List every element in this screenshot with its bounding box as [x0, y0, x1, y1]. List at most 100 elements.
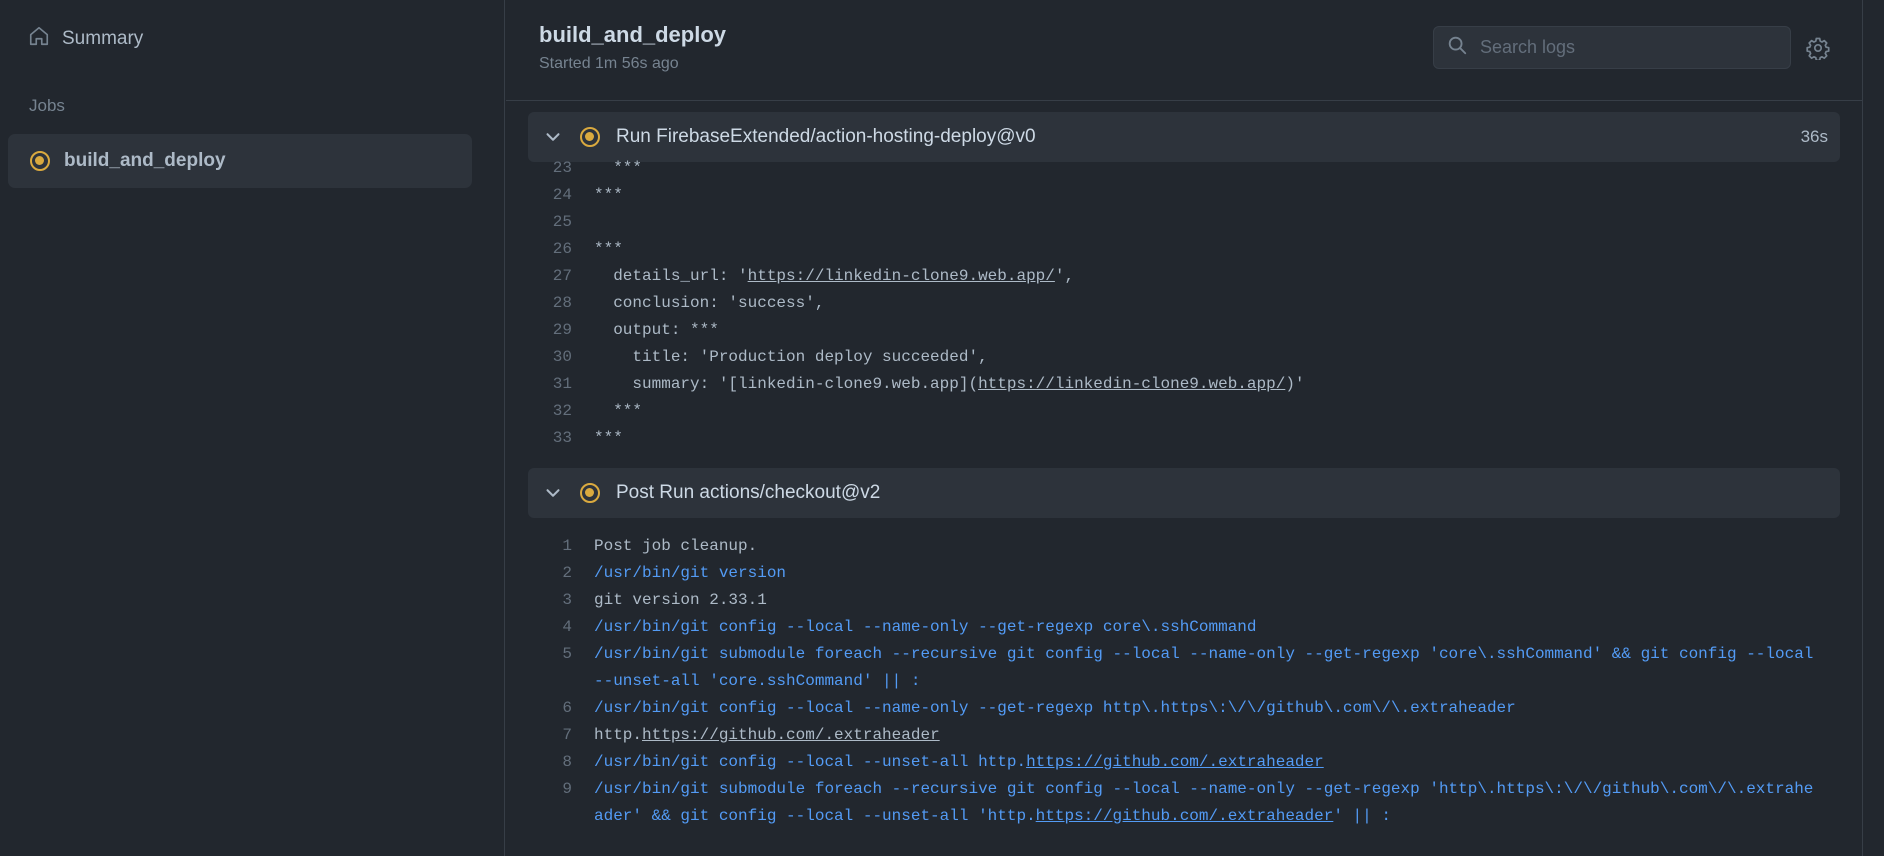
step-name: Run FirebaseExtended/action-hosting-depl…: [616, 126, 1036, 147]
log-line: 30 title: 'Production deploy succeeded',: [528, 344, 1840, 371]
chevron-down-icon[interactable]: [542, 482, 564, 504]
log-segment: details_url: ': [594, 267, 748, 285]
line-number[interactable]: 27: [528, 263, 594, 290]
home-icon: [28, 25, 50, 53]
log-segment: /usr/bin/git config --local --name-only …: [594, 618, 1257, 636]
line-number[interactable]: 30: [528, 344, 594, 371]
log-line: 32 ***: [528, 398, 1840, 425]
log-link[interactable]: https://linkedin-clone9.web.app/: [748, 267, 1055, 285]
line-number[interactable]: 1: [528, 533, 594, 560]
log-line: 31 summary: '[linkedin-clone9.web.app](h…: [528, 371, 1840, 398]
log-line: 23 ***: [528, 155, 1840, 182]
search-input[interactable]: [1480, 37, 1770, 58]
log-text: title: 'Production deploy succeeded',: [594, 344, 1840, 371]
log-text: Post job cleanup.: [594, 533, 1840, 560]
log-link[interactable]: https://github.com/.extraheader: [1036, 807, 1334, 825]
log-line: 6/usr/bin/git config --local --name-only…: [528, 695, 1840, 722]
log-link[interactable]: https://linkedin-clone9.web.app/: [978, 375, 1285, 393]
search-box: [1433, 26, 1791, 69]
line-number[interactable]: 25: [528, 209, 594, 236]
gear-icon[interactable]: [1806, 36, 1830, 62]
log-line: 8/usr/bin/git config --local --unset-all…: [528, 749, 1840, 776]
log-segment: /usr/bin/git config --local --unset-all …: [594, 753, 1027, 771]
log-text: /usr/bin/git config --local --unset-all …: [594, 749, 1840, 776]
line-number[interactable]: 23: [528, 155, 594, 182]
step-log: 1 Post job cleanup. 2/usr/bin/git version 3…: [528, 533, 1840, 830]
log-segment: /usr/bin/git config --local --name-only …: [594, 699, 1516, 717]
log-text: /usr/bin/git config --local --name-only …: [594, 695, 1840, 722]
in-progress-status-icon: [580, 483, 600, 503]
log-line: 2/usr/bin/git version: [528, 560, 1840, 587]
line-number[interactable]: 29: [528, 317, 594, 344]
line-number[interactable]: 9: [528, 776, 594, 830]
step-header-post-checkout[interactable]: Post Run actions/checkout@v2: [528, 468, 1840, 518]
summary-link[interactable]: Summary: [28, 25, 143, 53]
line-number[interactable]: 31: [528, 371, 594, 398]
in-progress-status-icon: [580, 127, 600, 147]
log-line: 9/usr/bin/git submodule foreach --recurs…: [528, 776, 1840, 830]
log-line: 1 Post job cleanup.: [528, 533, 1840, 560]
log-text: ***: [594, 425, 1840, 452]
log-line: 28 conclusion: 'success',: [528, 290, 1840, 317]
log-line: 7 http.https://github.com/.extraheader: [528, 722, 1840, 749]
job-item-build-and-deploy[interactable]: build_and_deploy: [8, 134, 472, 188]
log-line: 25: [528, 209, 1840, 236]
log-text: output: ***: [594, 317, 1840, 344]
job-header: build_and_deploy Started 1m 56s ago: [506, 0, 1862, 101]
line-number[interactable]: 32: [528, 398, 594, 425]
log-segment: ***: [594, 402, 643, 420]
log-segment: ***: [594, 240, 623, 258]
log-text: ***: [594, 398, 1840, 425]
search-icon: [1446, 34, 1468, 61]
log-text: /usr/bin/git config --local --name-only …: [594, 614, 1840, 641]
log-text: http.https://github.com/.extraheader: [594, 722, 1840, 749]
line-number[interactable]: 4: [528, 614, 594, 641]
log-segment: ***: [594, 186, 623, 204]
log-segment: title: 'Production deploy succeeded',: [594, 348, 988, 366]
log-text: /usr/bin/git submodule foreach --recursi…: [594, 776, 1840, 830]
line-number[interactable]: 7: [528, 722, 594, 749]
log-segment: ***: [594, 429, 623, 447]
log-line: 24 ***: [528, 182, 1840, 209]
log-text: ***: [594, 155, 1840, 182]
log-line: 27 details_url: 'https://linkedin-clone9…: [528, 263, 1840, 290]
log-text: /usr/bin/git submodule foreach --recursi…: [594, 641, 1840, 695]
job-started-time: Started 1m 56s ago: [539, 55, 679, 72]
log-line: 29 output: ***: [528, 317, 1840, 344]
log-segment: ***: [594, 159, 643, 177]
log-text: details_url: 'https://linkedin-clone9.we…: [594, 263, 1840, 290]
log-text: git version 2.33.1: [594, 587, 1840, 614]
line-number[interactable]: 24: [528, 182, 594, 209]
line-number[interactable]: 8: [528, 749, 594, 776]
line-number[interactable]: 6: [528, 695, 594, 722]
scrollbar[interactable]: [1862, 0, 1884, 856]
log-segment: /usr/bin/git version: [594, 564, 787, 582]
line-number[interactable]: 3: [528, 587, 594, 614]
log-segment: )': [1285, 375, 1305, 393]
line-number[interactable]: 26: [528, 236, 594, 263]
line-number[interactable]: 5: [528, 641, 594, 695]
line-number[interactable]: 2: [528, 560, 594, 587]
step-name: Post Run actions/checkout@v2: [616, 482, 881, 503]
log-link[interactable]: https://github.com/.extraheader: [642, 726, 940, 744]
log-line: 5/usr/bin/git submodule foreach --recurs…: [528, 641, 1840, 695]
log-line: 26 ***: [528, 236, 1840, 263]
log-text: summary: '[linkedin-clone9.web.app](http…: [594, 371, 1840, 398]
step-log: 23 *** 24 *** 25 26 *** 27 details_url: 'https…: [528, 155, 1840, 452]
log-segment: output: ***: [594, 321, 719, 339]
log-segment: summary: '[linkedin-clone9.web.app](: [594, 375, 979, 393]
log-line: 33 ***: [528, 425, 1840, 452]
log-segment: git version 2.33.1: [594, 591, 767, 609]
step-duration: 36s: [1800, 127, 1828, 146]
summary-label: Summary: [62, 28, 144, 49]
log-link[interactable]: https://github.com/.extraheader: [1026, 753, 1324, 771]
in-progress-status-icon: [30, 151, 50, 171]
chevron-down-icon[interactable]: [542, 126, 564, 148]
log-segment: Post job cleanup.: [594, 537, 758, 555]
log-text: /usr/bin/git version: [594, 560, 1840, 587]
log-line: 4/usr/bin/git config --local --name-only…: [528, 614, 1840, 641]
log-text: conclusion: 'success',: [594, 290, 1840, 317]
line-number[interactable]: 33: [528, 425, 594, 452]
line-number[interactable]: 28: [528, 290, 594, 317]
